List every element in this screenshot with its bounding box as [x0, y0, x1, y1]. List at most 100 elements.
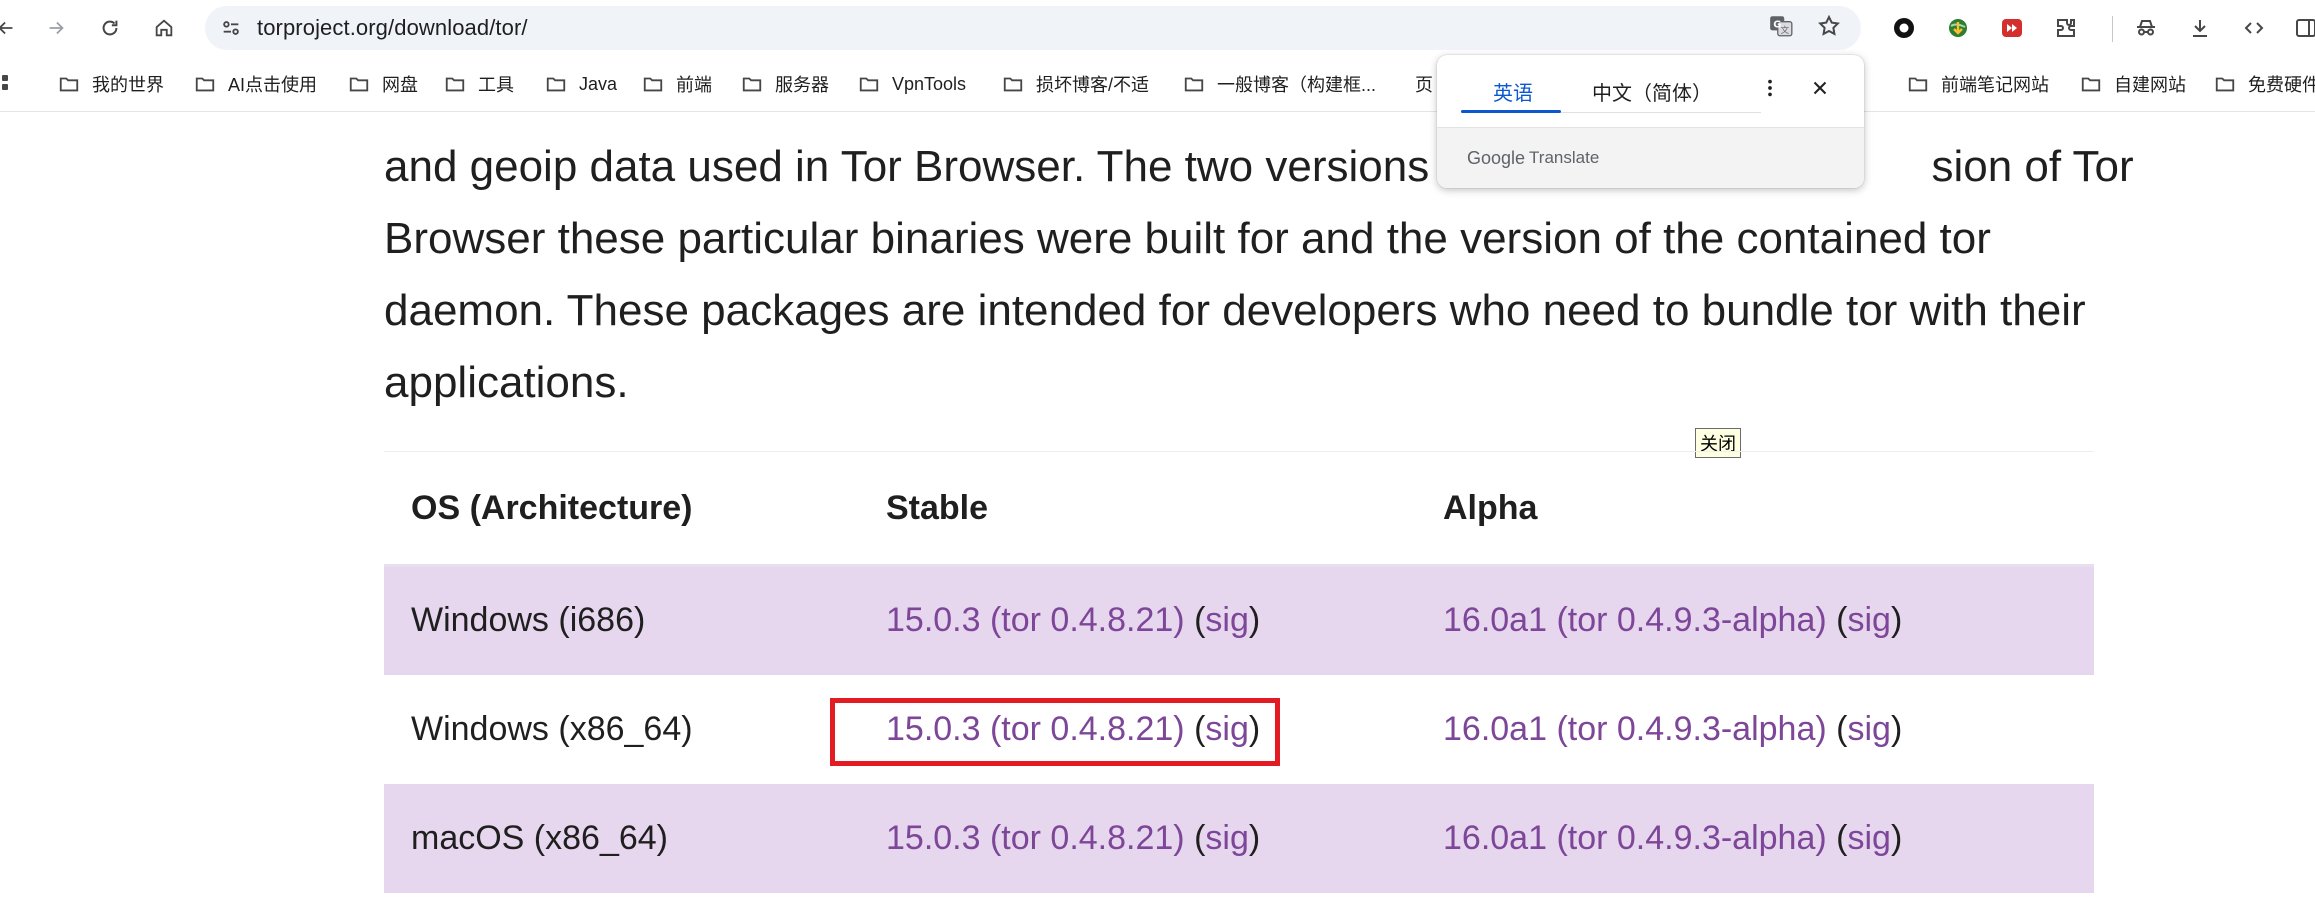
translate-tab-source[interactable]: 英语 [1493, 77, 1533, 106]
os-cell: macOS (x86_64) [384, 783, 859, 893]
header-os: OS (Architecture) [384, 451, 859, 567]
folder-icon [2081, 77, 2101, 92]
table-row: macOS (x86_64) 15.0.3 (tor 0.4.8.21) (sig… [384, 783, 2094, 893]
incognito-profile-button[interactable] [2128, 10, 2164, 46]
stable-download-link[interactable]: 15.0.3 (tor 0.4.8.21) [886, 601, 1185, 639]
bookmark-label: 工具 [478, 75, 514, 95]
site-info-icon[interactable] [211, 8, 251, 48]
incognito-icon [2137, 20, 2155, 36]
apps-grid-icon[interactable] [0, 73, 16, 95]
reload-icon [102, 20, 118, 36]
forward-button[interactable] [38, 10, 74, 46]
bookmark-label: 前端笔记网站 [1941, 75, 2049, 95]
stable-cell: 15.0.3 (tor 0.4.8.21) (sig) [859, 565, 1416, 675]
bookmark-label: 自建网站 [2114, 75, 2186, 95]
extensions-button[interactable] [2048, 10, 2084, 46]
bookmark-folder[interactable]: 前端 [642, 69, 712, 99]
home-icon [155, 19, 173, 37]
os-name: macOS (x86_64) [411, 818, 668, 857]
alpha-download-link[interactable]: 16.0a1 (tor 0.4.9.3-alpha) [1443, 710, 1827, 748]
extension-video-button[interactable] [1994, 10, 2030, 46]
table-header-row: OS (Architecture) Stable Alpha [384, 451, 2094, 567]
home-button[interactable] [146, 10, 182, 46]
folder-icon [859, 77, 879, 92]
globe-download-icon [1949, 19, 1967, 37]
bookmark-folder[interactable]: 损坏博客/不适 [1002, 69, 1149, 99]
stable-sig-link[interactable]: sig [1205, 819, 1248, 857]
translate-footer: Google Translate [1437, 127, 1864, 188]
bookmark-label: 页 [1415, 75, 1433, 95]
bookmark-folder[interactable]: VpnTools [858, 69, 966, 99]
translate-tab-target[interactable]: 中文（简体） [1592, 77, 1712, 106]
paragraph-line: daemon. These packages are intended for … [384, 286, 2086, 335]
bookmark-folder[interactable]: 网盘 [348, 69, 418, 99]
table-row: Windows (i686) 15.0.3 (tor 0.4.8.21) (sig… [384, 565, 2094, 675]
bookmark-label: 网盘 [382, 75, 418, 95]
bookmark-folder[interactable]: 自建网站 [2080, 69, 2186, 99]
extension-download-manager-button[interactable] [1940, 10, 1976, 46]
stable-cell: 15.0.3 (tor 0.4.8.21) (sig) [859, 783, 1416, 893]
bookmark-label: 损坏博客/不适 [1036, 75, 1150, 95]
bookmark-star-button[interactable] [1809, 6, 1849, 46]
extension-circle-button[interactable] [1886, 10, 1922, 46]
folder-icon [445, 77, 465, 92]
bookmark-label: 前端 [676, 75, 712, 95]
devtools-button[interactable] [2236, 10, 2272, 46]
download-icon [2193, 20, 2207, 37]
video-fastforward-icon [2002, 19, 2022, 37]
bookmark-label: 我的世界 [92, 75, 164, 95]
alpha-sig-link[interactable]: sig [1847, 819, 1890, 857]
page-content: and geoip data used in Tor Browser. The … [0, 113, 2315, 912]
translate-label: Translate [1529, 148, 1600, 167]
downloads-button[interactable] [2182, 10, 2218, 46]
side-panel-button[interactable] [2288, 10, 2315, 46]
bookmark-folder[interactable]: AI点击使用 [194, 69, 317, 99]
bookmark-folder[interactable]: 免费硬件 [2214, 69, 2315, 99]
translate-page-button[interactable]: G文 [1761, 6, 1801, 46]
folder-icon [59, 77, 79, 92]
folder-icon [546, 77, 566, 92]
google-translate-icon: G文 [1770, 16, 1793, 37]
bookmark-label: 一般博客（构建框... [1217, 75, 1377, 95]
bookmark-folder[interactable]: 前端笔记网站 [1907, 69, 2049, 99]
folder-icon [2215, 77, 2235, 92]
alpha-cell: 16.0a1 (tor 0.4.9.3-alpha) (sig) [1416, 783, 2094, 893]
alpha-sig-link[interactable]: sig [1847, 710, 1890, 748]
header-alpha: Alpha [1416, 451, 2094, 567]
folder-icon [1184, 77, 1204, 92]
bookmark-folder[interactable]: 页 [1415, 69, 1433, 99]
highlight-annotation-box [830, 698, 1280, 766]
os-name: Windows (x86_64) [411, 709, 693, 748]
bookmarks-bar: 我的世界 AI点击使用 网盘 工具 Java 前端 服务器 VpnTools 损坏博客/不适 一般… [0, 57, 2315, 112]
address-bar[interactable]: torproject.org/download/tor/ [205, 6, 1861, 50]
bookmark-label: Java [579, 73, 618, 94]
code-icon [2244, 22, 2264, 34]
alpha-sig-link[interactable]: sig [1847, 601, 1890, 639]
side-panel-icon [2296, 19, 2315, 37]
puzzle-icon [2057, 19, 2075, 37]
os-cell: Windows (x86_64) [384, 675, 859, 784]
translate-popup: 英语 中文（简体） Google Translate [1437, 55, 1864, 188]
back-button[interactable] [0, 10, 24, 46]
stable-download-link[interactable]: 15.0.3 (tor 0.4.8.21) [886, 819, 1185, 857]
google-logo-text: Google [1467, 147, 1526, 168]
reload-button[interactable] [92, 10, 128, 46]
download-table: OS (Architecture) Stable Alpha Windows (… [384, 451, 2094, 893]
paragraph-line: Browser these particular binaries were b… [384, 214, 1991, 263]
stable-sig-link[interactable]: sig [1205, 601, 1248, 639]
alpha-cell: 16.0a1 (tor 0.4.9.3-alpha) (sig) [1416, 565, 2094, 675]
os-name: Windows (i686) [411, 601, 646, 640]
bookmark-folder[interactable]: 工具 [444, 69, 514, 99]
alpha-download-link[interactable]: 16.0a1 (tor 0.4.9.3-alpha) [1443, 601, 1827, 639]
bookmark-folder[interactable]: 一般博客（构建框... [1183, 69, 1376, 99]
translate-options-button[interactable] [1753, 71, 1787, 105]
folder-icon [1003, 77, 1023, 92]
bookmark-folder[interactable]: 服务器 [741, 69, 829, 99]
arrow-right-icon [49, 21, 64, 35]
url-text: torproject.org/download/tor/ [257, 15, 528, 40]
folder-icon [195, 77, 215, 92]
translate-close-button[interactable] [1803, 71, 1837, 105]
alpha-download-link[interactable]: 16.0a1 (tor 0.4.9.3-alpha) [1443, 819, 1827, 857]
bookmark-folder[interactable]: 我的世界 [58, 69, 164, 99]
bookmark-folder[interactable]: Java [545, 69, 617, 99]
